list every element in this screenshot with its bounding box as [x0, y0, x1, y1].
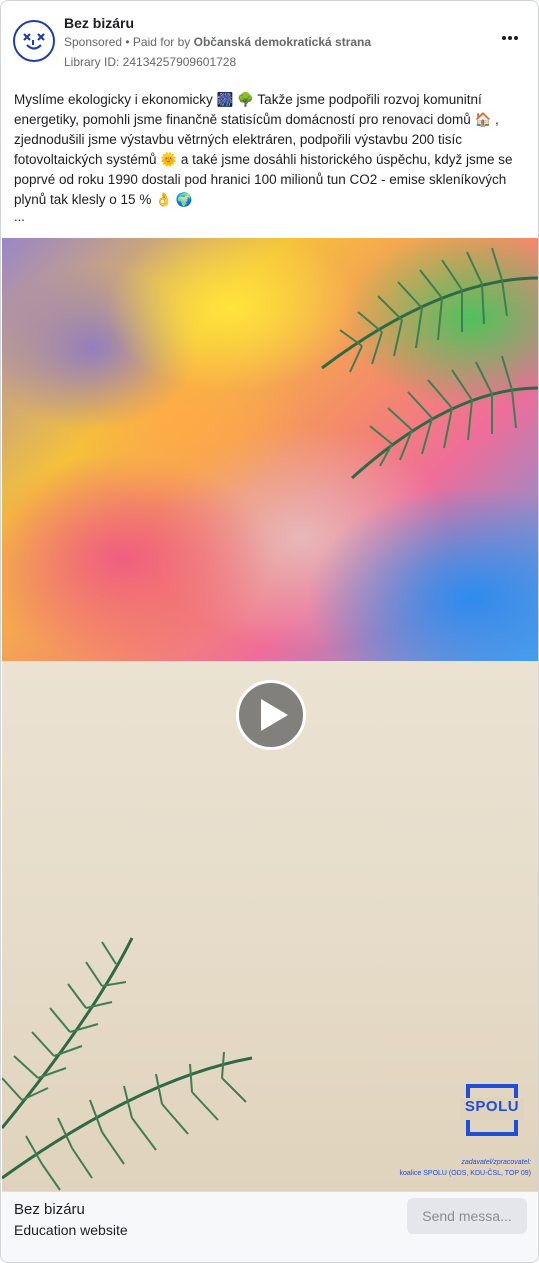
- smiley-logo-icon: [23, 33, 45, 50]
- ad-footer: Bez bizáru Education website Send messa.…: [2, 1191, 538, 1262]
- video-play-button[interactable]: [236, 680, 306, 750]
- send-message-button[interactable]: Send messa...: [407, 1198, 527, 1234]
- palm-leaves-bottom-left: [2, 937, 253, 1191]
- sponsored-line: Sponsored • Paid for by Občanská demokra…: [64, 35, 371, 49]
- page-avatar[interactable]: [13, 20, 55, 62]
- post-header: Bez bizáru Sponsored • Paid for by Občan…: [13, 13, 526, 73]
- play-icon: [261, 699, 288, 731]
- library-id: Library ID: 24134257909601728: [64, 55, 237, 69]
- more-options-button[interactable]: [498, 31, 522, 51]
- post-body-text: Myslíme ekologicky i ekonomicky 🎆 🌳 Takž…: [14, 92, 513, 207]
- paid-for-by-link[interactable]: Občanská demokratická strana: [194, 35, 371, 49]
- spolu-logo-text: SPOLU: [464, 1098, 520, 1115]
- palm-leaves-top-right: [321, 247, 538, 480]
- credit-label: zadavatel/zpracovatel:: [461, 1159, 531, 1166]
- credit-sponsor: koalice SPOLU (ODS, KDU-ČSL, TOP 09): [399, 1170, 532, 1177]
- spolu-logo: SPOLU: [460, 1084, 524, 1138]
- paid-for-prefix: • Paid for by: [122, 35, 194, 49]
- video-media[interactable]: SPOLU zadavatel/zpracovatel: koalice SPO…: [2, 238, 538, 1191]
- see-more-ellipsis[interactable]: ...: [14, 209, 25, 224]
- footer-category: Education website: [14, 1222, 128, 1238]
- footer-page-name[interactable]: Bez bizáru: [14, 1201, 85, 1218]
- more-horizontal-icon: [502, 36, 518, 40]
- ad-card: Bez bizáru Sponsored • Paid for by Občan…: [0, 0, 539, 1263]
- page-name[interactable]: Bez bizáru: [64, 15, 134, 31]
- sponsored-label: Sponsored: [64, 35, 123, 49]
